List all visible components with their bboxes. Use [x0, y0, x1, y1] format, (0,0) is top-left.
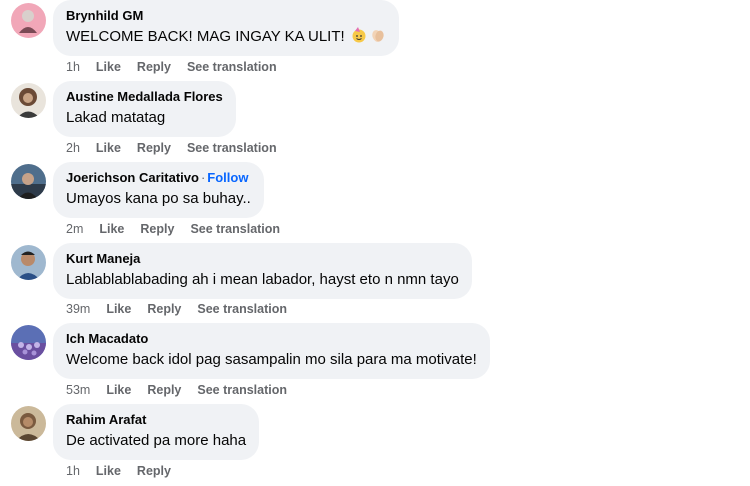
comment-bubble: Rahim Arafat De activated pa more haha [53, 404, 260, 460]
reply-button[interactable]: Reply [137, 60, 171, 74]
comment: Kurt Maneja Lablablablabading ah i mean … [0, 243, 750, 323]
comment: Brynhild GM WELCOME BACK! MAG INGAY KA U… [0, 0, 750, 80]
like-button[interactable]: Like [96, 464, 121, 478]
like-button[interactable]: Like [106, 383, 131, 397]
avatar[interactable] [11, 164, 46, 199]
like-button[interactable]: Like [96, 60, 121, 74]
follow-button[interactable]: Follow [207, 170, 248, 185]
timestamp[interactable]: 2h [66, 141, 80, 155]
timestamp[interactable]: 53m [66, 383, 90, 397]
separator-dot: · [200, 170, 206, 185]
comment: Ich Macadato Welcome back idol pag sasam… [0, 323, 750, 403]
see-translation-link[interactable]: See translation [187, 141, 277, 155]
comment-text: Welcome back idol pag sasampalin mo sila… [66, 351, 477, 368]
timestamp[interactable]: 39m [66, 302, 90, 316]
comment-bubble: Ich Macadato Welcome back idol pag sasam… [53, 323, 490, 379]
comment-text: Umayos kana po sa buhay.. [66, 190, 251, 207]
author-name[interactable]: Joerichson Caritativo [66, 170, 199, 185]
comment-bubble: Kurt Maneja Lablablablabading ah i mean … [53, 243, 472, 299]
see-translation-link[interactable]: See translation [190, 222, 280, 236]
author-name[interactable]: Brynhild GM [66, 8, 143, 23]
comments-list: Brynhild GM WELCOME BACK! MAG INGAY KA U… [0, 0, 750, 486]
comment-bubble: Brynhild GM WELCOME BACK! MAG INGAY KA U… [53, 0, 399, 56]
comment-text: Lablablablabading ah i mean labador, hay… [66, 271, 459, 288]
comment-actions: 2h Like Reply See translation [66, 140, 293, 156]
author-name[interactable]: Rahim Arafat [66, 412, 146, 427]
like-button[interactable]: Like [99, 222, 124, 236]
avatar[interactable] [11, 3, 46, 38]
comment-actions: 53m Like Reply See translation [66, 382, 303, 398]
avatar[interactable] [11, 83, 46, 118]
comment-actions: 2m Like Reply See translation [66, 221, 296, 237]
comment-actions: 39m Like Reply See translation [66, 301, 303, 317]
timestamp[interactable]: 1h [66, 464, 80, 478]
face-with-party-hat-icon [352, 27, 366, 43]
like-button[interactable]: Like [96, 141, 121, 155]
reply-button[interactable]: Reply [137, 141, 171, 155]
comment: Rahim Arafat De activated pa more haha 1… [0, 404, 750, 484]
author-name[interactable]: Ich Macadato [66, 331, 148, 346]
comment-bubble: Joerichson Caritativo · Follow Umayos kana… [53, 162, 264, 218]
comment-text: Lakad matatag [66, 109, 166, 126]
reply-button[interactable]: Reply [147, 383, 181, 397]
timestamp[interactable]: 2m [66, 222, 83, 236]
avatar[interactable] [11, 406, 46, 441]
comment-actions: 1h Like Reply [66, 463, 187, 479]
comment-text: WELCOME BACK! MAG INGAY KA ULIT! [66, 28, 345, 45]
comment-bubble: Austine Medallada Flores Lakad matatag [53, 81, 236, 137]
comment-text: De activated pa more haha [66, 432, 247, 449]
reply-button[interactable]: Reply [137, 464, 171, 478]
timestamp[interactable]: 1h [66, 60, 80, 74]
reply-button[interactable]: Reply [140, 222, 174, 236]
clapping-hands-icon [371, 30, 384, 42]
see-translation-link[interactable]: See translation [197, 383, 287, 397]
comment-actions: 1h Like Reply See translation [66, 59, 293, 75]
avatar[interactable] [11, 325, 46, 360]
comment: Austine Medallada Flores Lakad matatag 2… [0, 81, 750, 161]
see-translation-link[interactable]: See translation [197, 302, 287, 316]
comment: Joerichson Caritativo · Follow Umayos kana… [0, 162, 750, 242]
author-name[interactable]: Kurt Maneja [66, 251, 140, 266]
reply-button[interactable]: Reply [147, 302, 181, 316]
like-button[interactable]: Like [106, 302, 131, 316]
avatar[interactable] [11, 245, 46, 280]
see-translation-link[interactable]: See translation [187, 60, 277, 74]
author-name[interactable]: Austine Medallada Flores [66, 89, 223, 104]
